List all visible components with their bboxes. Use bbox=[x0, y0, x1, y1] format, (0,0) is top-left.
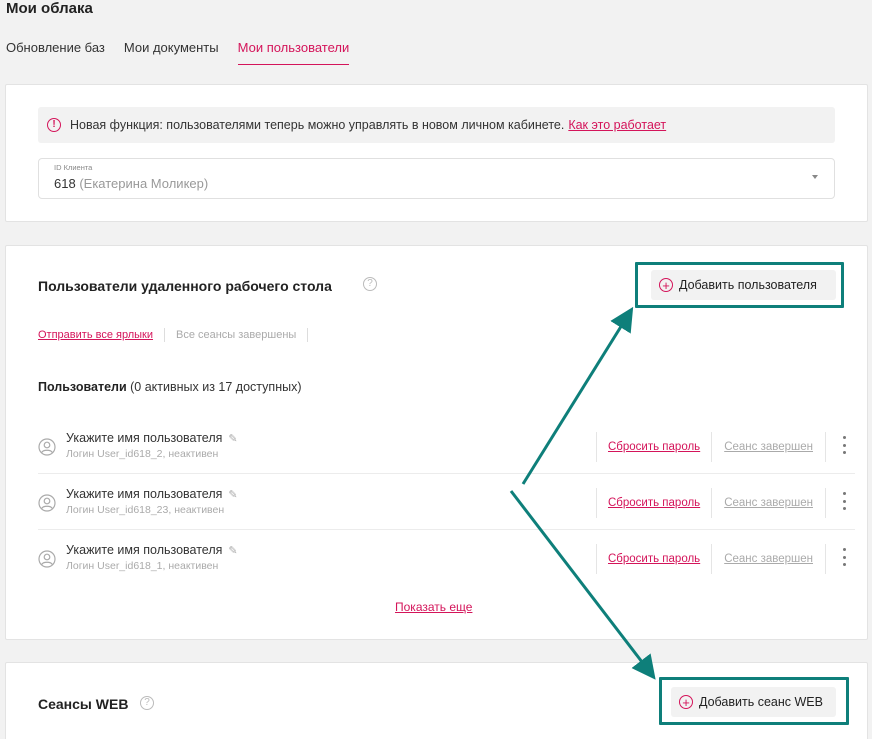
info-icon: ! bbox=[47, 118, 61, 132]
chevron-down-icon[interactable] bbox=[812, 175, 818, 179]
divider bbox=[825, 544, 826, 574]
user-actions: Сбросить пароль Сеанс завершен bbox=[596, 544, 826, 574]
user-avatar-icon bbox=[38, 438, 56, 456]
help-icon[interactable]: ? bbox=[363, 277, 377, 291]
add-user-label: Добавить пользователя bbox=[679, 278, 817, 292]
tab-db-updates[interactable]: Обновление баз bbox=[6, 38, 105, 65]
divider bbox=[163, 328, 165, 342]
tab-my-users[interactable]: Мои пользователи bbox=[237, 38, 350, 65]
notice-text: Новая функция: пользователями теперь мож… bbox=[70, 118, 565, 132]
user-avatar-icon bbox=[38, 494, 56, 512]
tab-my-documents[interactable]: Мои документы bbox=[124, 38, 219, 65]
user-login: Логин User_id618_1, неактивен bbox=[66, 560, 219, 572]
client-id-value: 618 (Екатерина Моликер) bbox=[54, 176, 208, 191]
pencil-icon[interactable]: ✎ bbox=[228, 432, 237, 445]
page-title: Мои облака bbox=[6, 0, 93, 17]
send-all-shortcuts-link[interactable]: Отправить все ярлыки bbox=[38, 329, 153, 341]
kebab-menu-icon[interactable] bbox=[843, 436, 847, 454]
users-count: (0 активных из 17 доступных) bbox=[130, 380, 302, 394]
user-name: Укажите имя пользователя ✎ bbox=[66, 487, 238, 501]
client-id-select[interactable]: ID Клиента 618 (Екатерина Моликер) bbox=[38, 158, 835, 199]
user-name: Укажите имя пользователя ✎ bbox=[66, 543, 238, 557]
web-sessions-card: Сеансы WEB ? + Добавить сеанс WEB bbox=[5, 662, 868, 739]
add-web-session-label: Добавить сеанс WEB bbox=[699, 695, 823, 709]
user-name-text: Укажите имя пользователя bbox=[66, 543, 223, 557]
user-name: Укажите имя пользователя ✎ bbox=[66, 431, 238, 445]
client-card: ! Новая функция: пользователями теперь м… bbox=[5, 84, 868, 222]
show-more-link[interactable]: Показать еще bbox=[395, 600, 472, 614]
kebab-menu-icon[interactable] bbox=[843, 492, 847, 510]
user-actions: Сбросить пароль Сеанс завершен bbox=[596, 488, 826, 518]
user-row: Укажите имя пользователя ✎ Логин User_id6… bbox=[38, 474, 855, 530]
web-section-title: Сеансы WEB bbox=[38, 696, 129, 712]
reset-password-link[interactable]: Сбросить пароль bbox=[597, 497, 711, 509]
add-web-session-button[interactable]: + Добавить сеанс WEB bbox=[671, 687, 836, 717]
user-login: Логин User_id618_2, неактивен bbox=[66, 448, 219, 460]
add-user-button[interactable]: + Добавить пользователя bbox=[651, 270, 836, 300]
rdp-section-title: Пользователи удаленного рабочего стола bbox=[38, 278, 332, 294]
divider bbox=[825, 432, 826, 462]
users-label: Пользователи bbox=[38, 380, 127, 394]
client-name: (Екатерина Моликер) bbox=[79, 176, 209, 191]
user-avatar-icon bbox=[38, 550, 56, 568]
help-icon[interactable]: ? bbox=[140, 696, 154, 710]
how-it-works-link[interactable]: Как это работает bbox=[568, 118, 666, 132]
tab-bar: Обновление баз Мои документы Мои пользов… bbox=[6, 38, 368, 66]
reset-password-link[interactable]: Сбросить пароль bbox=[597, 553, 711, 565]
divider bbox=[825, 488, 826, 518]
rdp-actions-row: Отправить все ярлыки Все сеансы завершен… bbox=[38, 328, 319, 342]
plus-circle-icon: + bbox=[679, 695, 693, 709]
plus-circle-icon: + bbox=[659, 278, 673, 292]
user-row: Укажите имя пользователя ✎ Логин User_id6… bbox=[38, 418, 855, 474]
client-id-number: 618 bbox=[54, 176, 76, 191]
new-feature-notice: ! Новая функция: пользователями теперь м… bbox=[38, 107, 835, 143]
kebab-menu-icon[interactable] bbox=[843, 548, 847, 566]
rdp-users-card: Пользователи удаленного рабочего стола ?… bbox=[5, 245, 868, 640]
session-status-link: Сеанс завершен bbox=[724, 441, 813, 453]
user-name-text: Укажите имя пользователя bbox=[66, 487, 223, 501]
user-name-text: Укажите имя пользователя bbox=[66, 431, 223, 445]
session-status-link: Сеанс завершен bbox=[724, 497, 813, 509]
user-login: Логин User_id618_23, неактивен bbox=[66, 504, 225, 516]
client-id-label: ID Клиента bbox=[54, 163, 93, 172]
session-status-link: Сеанс завершен bbox=[724, 553, 813, 565]
sessions-status: Все сеансы завершены bbox=[175, 329, 297, 341]
user-row: Укажите имя пользователя ✎ Логин User_id6… bbox=[38, 530, 855, 586]
divider bbox=[307, 328, 309, 342]
pencil-icon[interactable]: ✎ bbox=[228, 488, 237, 501]
user-actions: Сбросить пароль Сеанс завершен bbox=[596, 432, 826, 462]
reset-password-link[interactable]: Сбросить пароль bbox=[597, 441, 711, 453]
pencil-icon[interactable]: ✎ bbox=[228, 544, 237, 557]
users-heading: Пользователи (0 активных из 17 доступных… bbox=[38, 380, 302, 394]
